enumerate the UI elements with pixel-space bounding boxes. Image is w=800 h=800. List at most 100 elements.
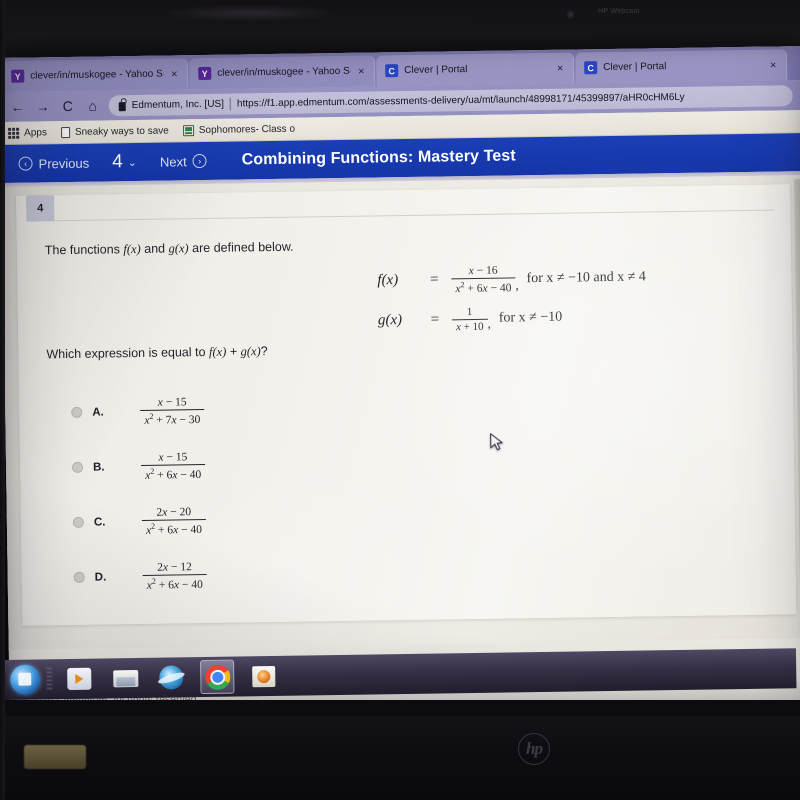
radio-button[interactable] [73,571,85,583]
question-number-dropdown[interactable]: 4 ⌄ [102,151,147,174]
clever-icon: C [385,64,399,78]
numerator: 2x − 12 [157,560,192,574]
bookmark-sneaky-ways-to-save[interactable]: Sneaky ways to save [60,125,169,138]
browser-tab-2[interactable]: Y clever/in/muskogee - Yahoo Se × [189,55,376,90]
taskbar-file-explorer[interactable] [108,661,143,696]
denominator: x2 + 6x − 40 [451,277,516,296]
radio-button[interactable] [71,406,83,418]
numerator: 2x − 20 [156,505,192,519]
denominator: x + 10 [451,318,488,334]
fraction-g: 1 x + 10 [451,305,488,334]
laptop-bottom-bezel [0,712,800,800]
chevron-left-icon: ‹ [18,156,33,171]
function-name-f: f(x) [377,272,399,289]
desktop-edge [0,700,800,716]
chevron-right-icon: › [192,153,207,169]
answer-choice-c[interactable]: C. 2x − 20 x2 + 6x − 40 [72,491,373,550]
browser-tab-4[interactable]: C Clever | Portal × [574,49,788,84]
definition-g: g(x) = 1 x + 10 , for x ≠ −10 [378,303,647,334]
chevron-down-icon: ⌄ [127,156,138,169]
spreadsheet-icon [182,124,194,136]
clever-icon: C [584,61,598,75]
internet-explorer-icon [159,665,184,690]
file-explorer-icon [113,668,138,688]
next-button[interactable]: Next › [147,153,220,169]
close-icon[interactable]: × [169,68,179,80]
equals-sign: = [430,311,440,328]
lock-icon [118,101,126,111]
stem-fx: f(x) [123,241,141,257]
choice-letter: C. [93,515,106,529]
taskbar-separator [46,667,53,692]
choice-letter: A. [92,406,104,419]
domain-condition-g: for x ≠ −10 [498,310,563,326]
previous-button[interactable]: ‹ Previous [5,155,102,171]
answer-choice-a[interactable]: A. x − 15 x2 + 7x − 30 [71,381,372,440]
taskbar-media-player[interactable] [62,662,97,697]
function-name-g: g(x) [377,311,403,329]
stem-text-1: The functions [44,242,124,258]
close-icon[interactable]: × [768,59,778,71]
bookmark-label: Sophomores- Class o [198,123,296,136]
yahoo-icon: Y [11,69,25,83]
bookmark-sophomores-class[interactable]: Sophomores- Class o [182,123,296,136]
question-prompt: Which expression is equal to f(x) + g(x)… [46,344,267,362]
domain-condition-f: for x ≠ −10 and x ≠ 4 [526,269,646,287]
app-icon [251,665,275,687]
radio-button[interactable] [72,516,84,528]
prompt-plus: + [226,344,241,359]
divider [229,97,232,111]
bookmark-apps[interactable]: Apps [8,127,47,139]
webcam-label: HP Webcam [598,8,640,15]
answer-choice-d[interactable]: D. 2x − 12 x2 + 6x − 40 [73,546,374,605]
fraction-f: x − 16 x2 + 6x − 40 [451,264,516,296]
prompt-text-1: Which expression is equal to [46,344,210,362]
numerator: x − 15 [157,395,187,409]
tab-title: clever/in/muskogee - Yahoo Se [217,65,351,79]
stem-text-3: are defined below. [188,239,294,256]
home-icon[interactable]: ⌂ [84,96,102,114]
taskbar-chrome[interactable] [200,659,235,695]
bookmark-label: Sneaky ways to save [74,125,169,138]
tab-title: Clever | Portal [404,64,468,77]
site-identity-label: Edmentum, Inc. [US] [131,98,225,111]
choice-expression: 2x − 12 x2 + 6x − 40 [142,560,207,592]
webcam-lens [567,10,574,19]
question-number-value: 4 [111,151,123,173]
radio-button[interactable] [72,461,84,473]
start-orb-icon[interactable] [10,664,41,695]
bezel-reflection [160,6,340,20]
next-label: Next [159,153,187,170]
comma: , [487,315,491,331]
laptop-left-bezel [0,0,5,800]
browser-tab-3[interactable]: C Clever | Portal × [376,52,575,87]
answer-choice-b[interactable]: B. x − 15 x2 + 6x − 40 [72,436,373,495]
numerator: x − 16 [468,264,498,278]
back-icon[interactable]: ← [9,98,27,116]
apps-grid-icon [8,127,20,139]
prompt-fx: f(x) [208,344,227,359]
page-icon [60,126,70,138]
taskbar-app[interactable] [246,659,281,694]
close-icon[interactable]: × [356,65,366,77]
close-icon[interactable]: × [555,62,565,74]
numerator: x − 15 [158,450,188,464]
browser-tab-1[interactable]: Y clever/in/muskogee - Yahoo Se × [2,58,189,92]
denominator: x2 + 6x − 40 [142,573,207,592]
reload-icon[interactable]: C [59,97,77,115]
prompt-gx: g(x) [240,344,261,359]
question-card: 4 The functions f(x) and g(x) are define… [16,184,797,626]
mouse-cursor [490,433,503,451]
definition-f: f(x) = x − 16 x2 + 6x − 40 , for x ≠ −10… [377,262,646,296]
tab-title: Clever | Portal [603,61,667,74]
media-player-icon [67,667,92,691]
laptop-photo: HP Webcam Y clever/in/muskogee - Yahoo S… [0,0,800,800]
laptop-screen: Y clever/in/muskogee - Yahoo Se × Y clev… [0,46,800,721]
stem-gx: g(x) [168,241,189,256]
bookmark-label: Apps [24,126,47,139]
chrome-icon [204,664,230,690]
taskbar-internet-explorer[interactable] [154,660,189,695]
forward-icon[interactable]: → [34,97,52,115]
numerator: 1 [466,305,473,318]
choice-letter: B. [92,460,105,474]
